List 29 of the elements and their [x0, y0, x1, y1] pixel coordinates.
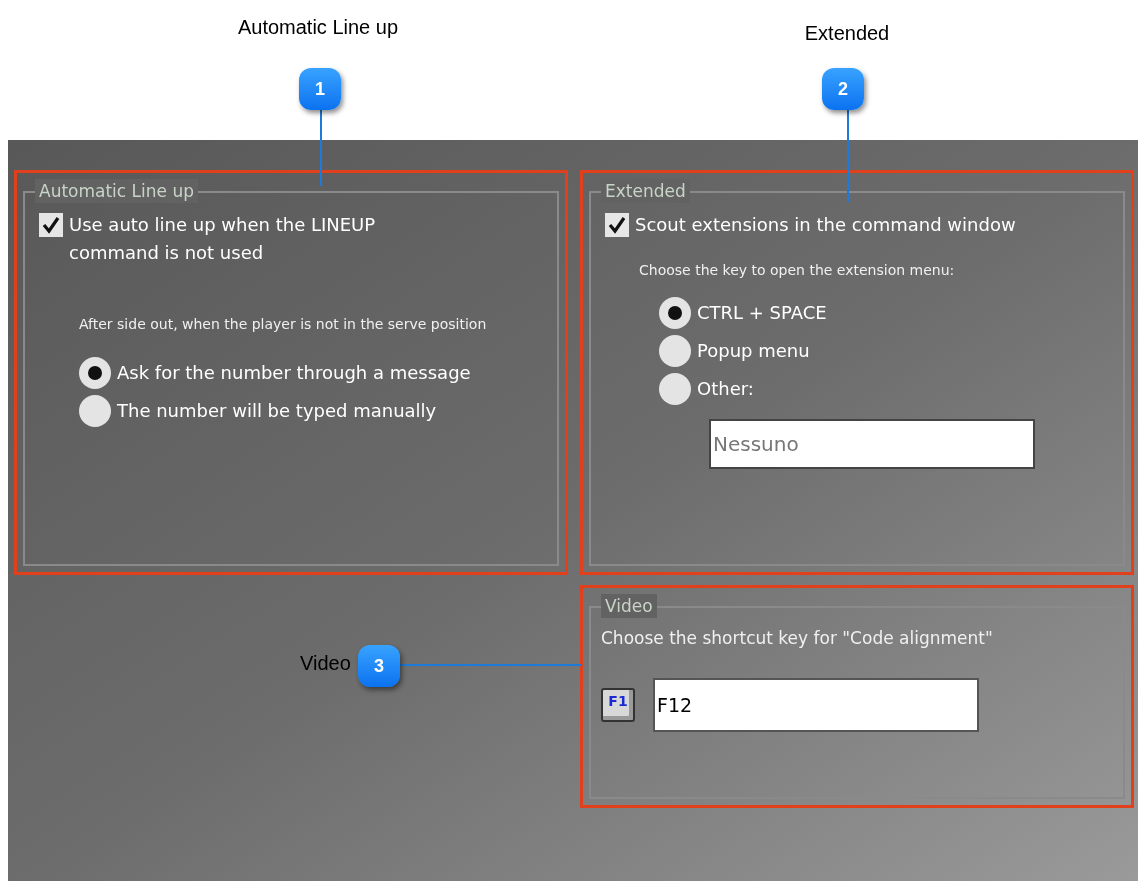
callout-label: Automatic Line up: [236, 15, 400, 40]
radio-button[interactable]: [659, 373, 691, 405]
radio-label: Popup menu: [697, 339, 810, 363]
radio-label: Ask for the number through a message: [117, 361, 471, 385]
callout-badge: 1: [299, 68, 341, 110]
callout-label: Extended: [803, 21, 891, 46]
callout-badge: 3: [358, 645, 400, 687]
callout-badge: 2: [822, 68, 864, 110]
radio-button[interactable]: [79, 357, 111, 389]
prompt-text: Choose the shortcut key for "Code alignment": [601, 627, 994, 650]
radio-label: Other:: [697, 377, 754, 401]
prompt-text: Choose the key to open the extension menu:: [639, 261, 956, 279]
text-field[interactable]: Nessuno: [709, 419, 1035, 469]
group-title: Extended: [601, 179, 690, 203]
f1-key-icon: F1: [601, 688, 635, 722]
radio-label: CTRL + SPACE: [697, 301, 827, 325]
checkbox-label: Scout extensions in the command window: [635, 213, 1017, 237]
text-field[interactable]: F12: [653, 678, 979, 732]
radio-label: The number will be typed manually: [117, 399, 437, 423]
radio-button[interactable]: [79, 395, 111, 427]
prompt-text: After side out, when the player is not in the serve position: [79, 315, 488, 333]
group-title: Video: [601, 594, 657, 618]
checkbox-label: Use auto line up when the LINEUP command is not used: [69, 213, 377, 265]
group-title: Automatic Line up: [35, 179, 198, 203]
checkbox[interactable]: [39, 213, 63, 237]
radio-button[interactable]: [659, 297, 691, 329]
callout-label: Video: [300, 651, 352, 676]
checkbox[interactable]: [605, 213, 629, 237]
radio-button[interactable]: [659, 335, 691, 367]
